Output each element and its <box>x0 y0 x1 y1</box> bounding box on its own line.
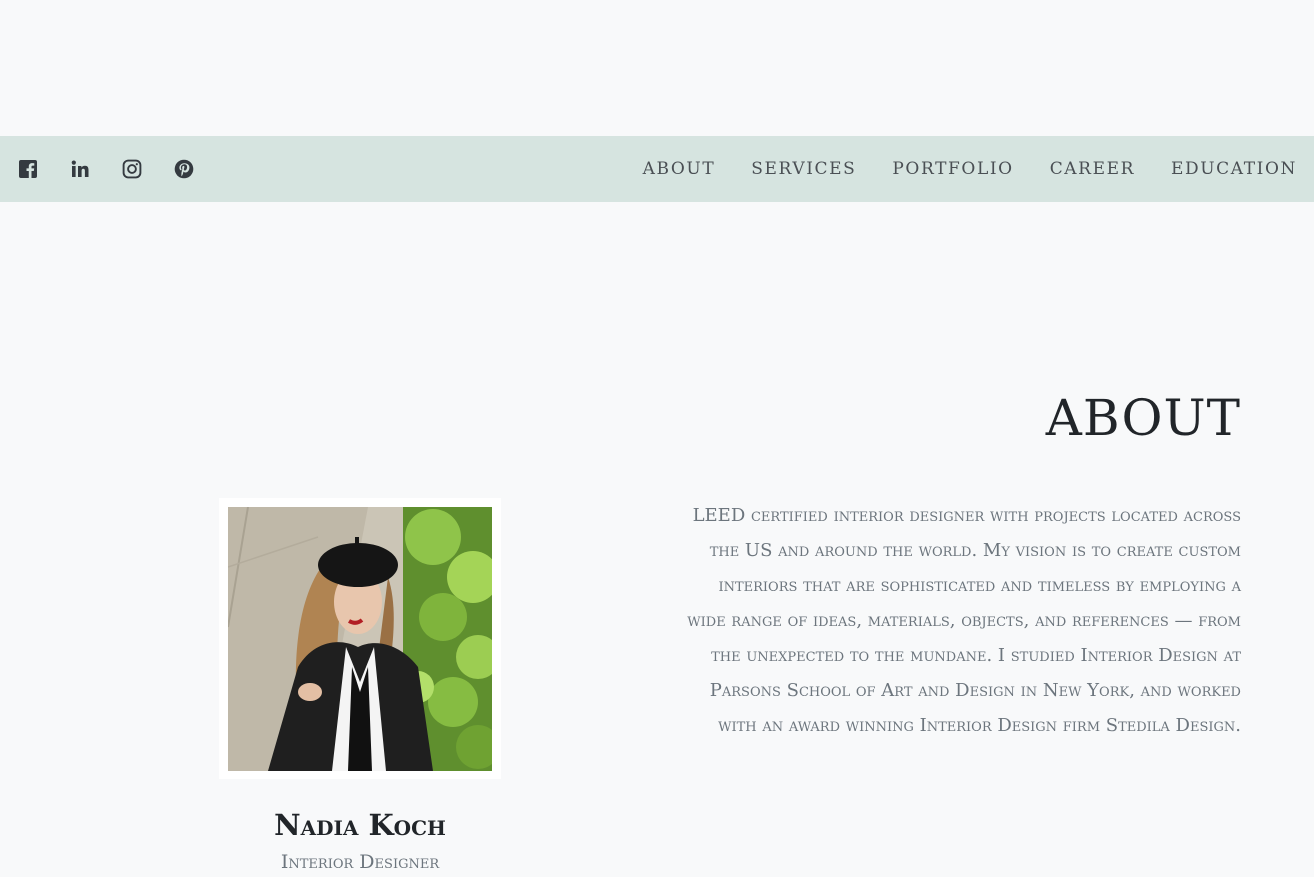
pinterest-link[interactable] <box>174 159 194 179</box>
top-spacer <box>0 0 1314 136</box>
nav-career[interactable]: Career <box>1050 159 1135 179</box>
profile-photo-image <box>228 507 492 771</box>
facebook-link[interactable] <box>18 159 38 179</box>
profile-name: Nadia Koch <box>274 808 446 842</box>
facebook-icon <box>19 160 37 178</box>
nav-education[interactable]: Education <box>1171 159 1297 179</box>
nav-portfolio[interactable]: Portfolio <box>892 159 1013 179</box>
linkedin-icon <box>71 160 89 177</box>
nav-services[interactable]: Services <box>751 159 856 179</box>
nav-links: About Services Portfolio Career Educatio… <box>607 159 1314 179</box>
linkedin-link[interactable] <box>70 159 90 179</box>
instagram-icon <box>122 159 142 179</box>
section-title: ABOUT <box>1045 389 1241 447</box>
about-bio: LEED certified interior designer with pr… <box>687 505 1241 736</box>
social-links <box>0 159 194 179</box>
navbar: About Services Portfolio Career Educatio… <box>0 136 1314 202</box>
nav-about[interactable]: About <box>643 159 716 179</box>
profile-role: Interior Designer <box>280 851 440 873</box>
profile-photo <box>228 507 492 771</box>
pinterest-icon <box>174 159 194 179</box>
instagram-link[interactable] <box>122 159 142 179</box>
profile-photo-frame <box>219 498 501 779</box>
